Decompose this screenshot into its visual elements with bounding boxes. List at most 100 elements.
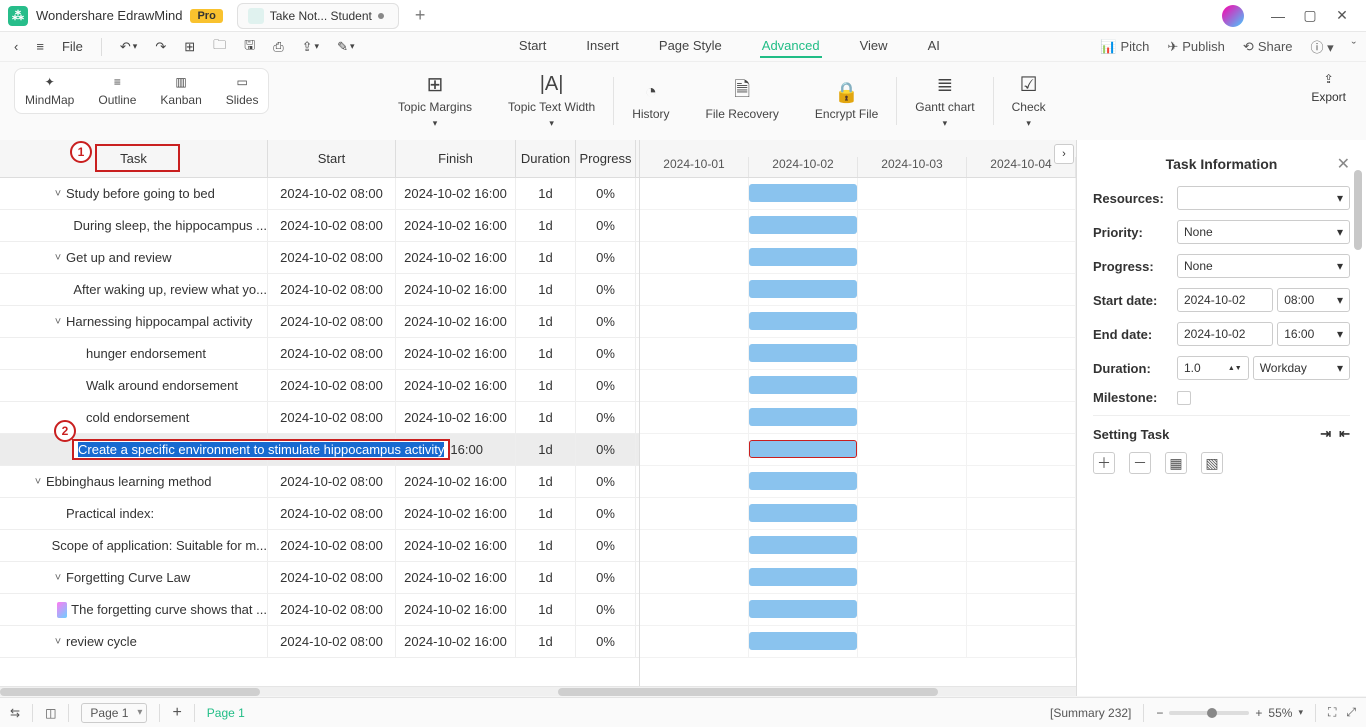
- table-row[interactable]: ˅Harnessing hippocampal activity 2024-10…: [0, 306, 639, 338]
- minimize-button[interactable]: —: [1262, 0, 1294, 32]
- gantt-bar[interactable]: [749, 248, 857, 266]
- share-button[interactable]: ⟲ Share: [1243, 39, 1293, 55]
- table-row[interactable]: ˅Ebbinghaus learning method 2024-10-02 0…: [0, 466, 639, 498]
- gantt-bar[interactable]: [749, 472, 857, 490]
- duration-unit[interactable]: Workday▾: [1253, 356, 1350, 380]
- gantt-row[interactable]: [640, 306, 1076, 338]
- gantt-bar[interactable]: [749, 440, 857, 458]
- view-kanban[interactable]: ▥Kanban: [160, 75, 201, 107]
- document-tab[interactable]: Take Not... Student: [237, 3, 399, 29]
- col-finish[interactable]: Finish: [396, 140, 516, 177]
- gantt-row[interactable]: [640, 242, 1076, 274]
- table-row[interactable]: ˅Study before going to bed 2024-10-02 08…: [0, 178, 639, 210]
- col-start[interactable]: Start: [268, 140, 396, 177]
- view-outline[interactable]: ≡Outline: [98, 75, 136, 107]
- zoom-out-button[interactable]: −: [1156, 706, 1163, 720]
- gantt-body[interactable]: [640, 178, 1076, 696]
- table-row[interactable]: hunger endorsement 2024-10-02 08:00 2024…: [0, 338, 639, 370]
- menu-start[interactable]: Start: [517, 35, 548, 58]
- panel-close-button[interactable]: ✕: [1337, 154, 1350, 174]
- col-progress[interactable]: Progress: [576, 140, 636, 177]
- menu-advanced[interactable]: Advanced: [760, 35, 822, 58]
- menu-ai[interactable]: AI: [926, 35, 942, 58]
- zoom-in-button[interactable]: +: [1255, 706, 1262, 720]
- file-menu[interactable]: File: [58, 37, 87, 56]
- gantt-bar[interactable]: [749, 216, 857, 234]
- gantt-bar[interactable]: [749, 568, 857, 586]
- gantt-row[interactable]: [640, 370, 1076, 402]
- expand-icon[interactable]: ˅: [50, 636, 66, 648]
- task-edit-input[interactable]: Create a specific environment to stimula…: [72, 439, 450, 460]
- table-row[interactable]: During sleep, the hippocampus ... 2024-1…: [0, 210, 639, 242]
- progress-select[interactable]: None▾: [1177, 254, 1350, 278]
- outdent-button[interactable]: ⇤: [1339, 426, 1350, 442]
- grid-rows[interactable]: ˅Study before going to bed 2024-10-02 08…: [0, 178, 639, 696]
- gantt-row[interactable]: [640, 530, 1076, 562]
- pitch-button[interactable]: 📊 Pitch: [1100, 39, 1149, 55]
- resources-input[interactable]: ▾: [1177, 186, 1350, 210]
- check-button[interactable]: ☑Check▾: [994, 74, 1064, 129]
- menu-insert[interactable]: Insert: [584, 35, 621, 58]
- save-button[interactable]: 🖫: [240, 34, 259, 60]
- gantt-row[interactable]: [640, 562, 1076, 594]
- remove-task-button[interactable]: －: [1129, 452, 1151, 474]
- gantt-bar[interactable]: [749, 504, 857, 522]
- table-row[interactable]: cold endorsement 2024-10-02 08:00 2024-1…: [0, 402, 639, 434]
- undo-button[interactable]: ↶ ▾: [116, 37, 141, 57]
- card-view-icon[interactable]: ▧: [1201, 452, 1223, 474]
- gantt-bar[interactable]: [749, 376, 857, 394]
- horizontal-scrollbar[interactable]: [0, 686, 1076, 696]
- table-row[interactable]: 2Create a specific environment to stimul…: [0, 434, 639, 466]
- gantt-row[interactable]: [640, 466, 1076, 498]
- gantt-date-col[interactable]: 2024-10-01: [640, 157, 749, 177]
- publish-button[interactable]: ✈ Publish: [1167, 39, 1225, 55]
- col-task[interactable]: Task 1: [0, 140, 268, 177]
- table-row[interactable]: ˅review cycle 2024-10-02 08:00 2024-10-0…: [0, 626, 639, 658]
- duration-value[interactable]: 1.0▲▼: [1177, 356, 1249, 380]
- gantt-bar[interactable]: [749, 536, 857, 554]
- startdate-date[interactable]: 2024-10-02: [1177, 288, 1273, 312]
- table-row[interactable]: After waking up, review what yo... 2024-…: [0, 274, 639, 306]
- zoom-control[interactable]: − + 55%▾: [1156, 706, 1303, 720]
- priority-select[interactable]: None▾: [1177, 220, 1350, 244]
- zoom-slider[interactable]: [1169, 711, 1249, 715]
- gantt-row[interactable]: [640, 274, 1076, 306]
- table-row[interactable]: Practical index: 2024-10-02 08:00 2024-1…: [0, 498, 639, 530]
- new-button[interactable]: ⊞: [180, 37, 199, 57]
- expand-icon[interactable]: ˅: [50, 188, 66, 200]
- expand-icon[interactable]: ˅: [50, 316, 66, 328]
- collapse-ribbon-button[interactable]: ˇ: [1352, 39, 1356, 54]
- user-avatar[interactable]: [1222, 5, 1244, 27]
- expand-icon[interactable]: ˅: [30, 476, 46, 488]
- indent-button[interactable]: ⇥: [1320, 426, 1331, 442]
- gantt-bar[interactable]: [749, 280, 857, 298]
- gantt-row[interactable]: [640, 178, 1076, 210]
- gantt-row[interactable]: [640, 338, 1076, 370]
- add-page-button[interactable]: +: [172, 704, 181, 722]
- close-button[interactable]: ✕: [1326, 0, 1358, 32]
- redo-button[interactable]: ↷: [151, 37, 170, 57]
- expand-icon[interactable]: ˅: [50, 252, 66, 264]
- file-recovery-button[interactable]: 🗎File Recovery: [688, 81, 797, 121]
- menu-view[interactable]: View: [858, 35, 890, 58]
- table-row[interactable]: ˅Get up and review 2024-10-02 08:00 2024…: [0, 242, 639, 274]
- new-tab-button[interactable]: +: [415, 5, 426, 26]
- help-button[interactable]: ⓘ ▾: [1311, 37, 1334, 56]
- gantt-bar[interactable]: [749, 408, 857, 426]
- gantt-date-col[interactable]: 2024-10-03: [858, 157, 967, 177]
- print-button[interactable]: ⎙: [269, 37, 287, 57]
- view-slides[interactable]: ▭Slides: [226, 75, 259, 107]
- topic-text-width-button[interactable]: |A|Topic Text Width▾: [490, 74, 613, 129]
- gantt-date-col[interactable]: 2024-10-02: [749, 157, 858, 177]
- enddate-date[interactable]: 2024-10-02: [1177, 322, 1273, 346]
- encrypt-file-button[interactable]: 🔒Encrypt File: [797, 81, 896, 121]
- gantt-bar[interactable]: [749, 600, 857, 618]
- edit-button[interactable]: ✎ ▾: [333, 37, 358, 57]
- panel-toggle-icon[interactable]: ◫: [45, 706, 56, 720]
- topic-margins-button[interactable]: ⊞Topic Margins▾: [380, 74, 490, 129]
- gantt-row[interactable]: [640, 626, 1076, 658]
- back-button[interactable]: ‹: [10, 37, 22, 56]
- gantt-row[interactable]: [640, 210, 1076, 242]
- gantt-bar[interactable]: [749, 632, 857, 650]
- add-task-button[interactable]: ＋: [1093, 452, 1115, 474]
